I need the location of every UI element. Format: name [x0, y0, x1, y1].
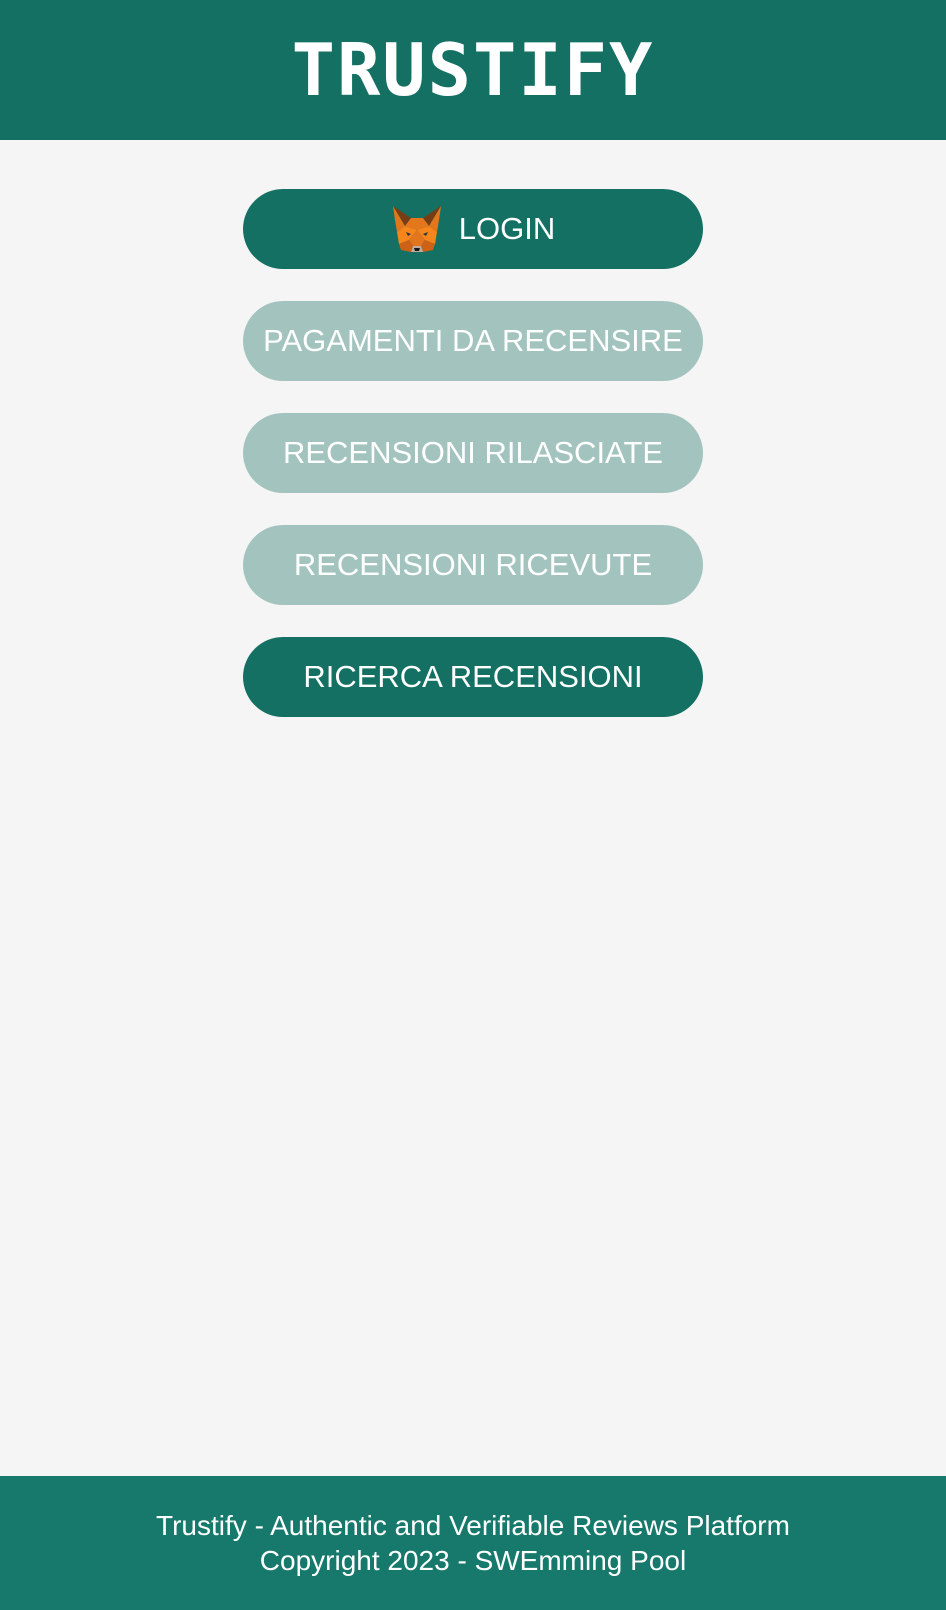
app-footer: Trustify - Authentic and Verifiable Revi… [0, 1476, 946, 1610]
given-reviews-label: RECENSIONI RILASCIATE [282, 435, 664, 470]
metamask-fox-icon [391, 204, 443, 254]
received-reviews-button[interactable]: RECENSIONI RICEVUTE [243, 525, 703, 605]
given-reviews-button[interactable]: RECENSIONI RILASCIATE [243, 413, 703, 493]
search-reviews-button[interactable]: RICERCA RECENSIONI [243, 637, 703, 717]
app-header: TRUSTIFY [0, 0, 946, 140]
footer-tagline: Trustify - Authentic and Verifiable Revi… [156, 1510, 790, 1541]
main-menu: LOGIN PAGAMENTI DA RECENSIRE RECENSIONI … [243, 189, 703, 749]
received-reviews-label: RECENSIONI RICEVUTE [293, 547, 653, 582]
search-reviews-label: RICERCA RECENSIONI [303, 659, 643, 694]
payments-to-review-label: PAGAMENTI DA RECENSIRE [263, 323, 683, 358]
app-title: TRUSTIFY [291, 28, 655, 112]
login-label: LOGIN [458, 211, 556, 246]
footer-copyright: Copyright 2023 - SWEmming Pool [259, 1545, 687, 1576]
login-button[interactable]: LOGIN [243, 189, 703, 269]
payments-to-review-button[interactable]: PAGAMENTI DA RECENSIRE [243, 301, 703, 381]
